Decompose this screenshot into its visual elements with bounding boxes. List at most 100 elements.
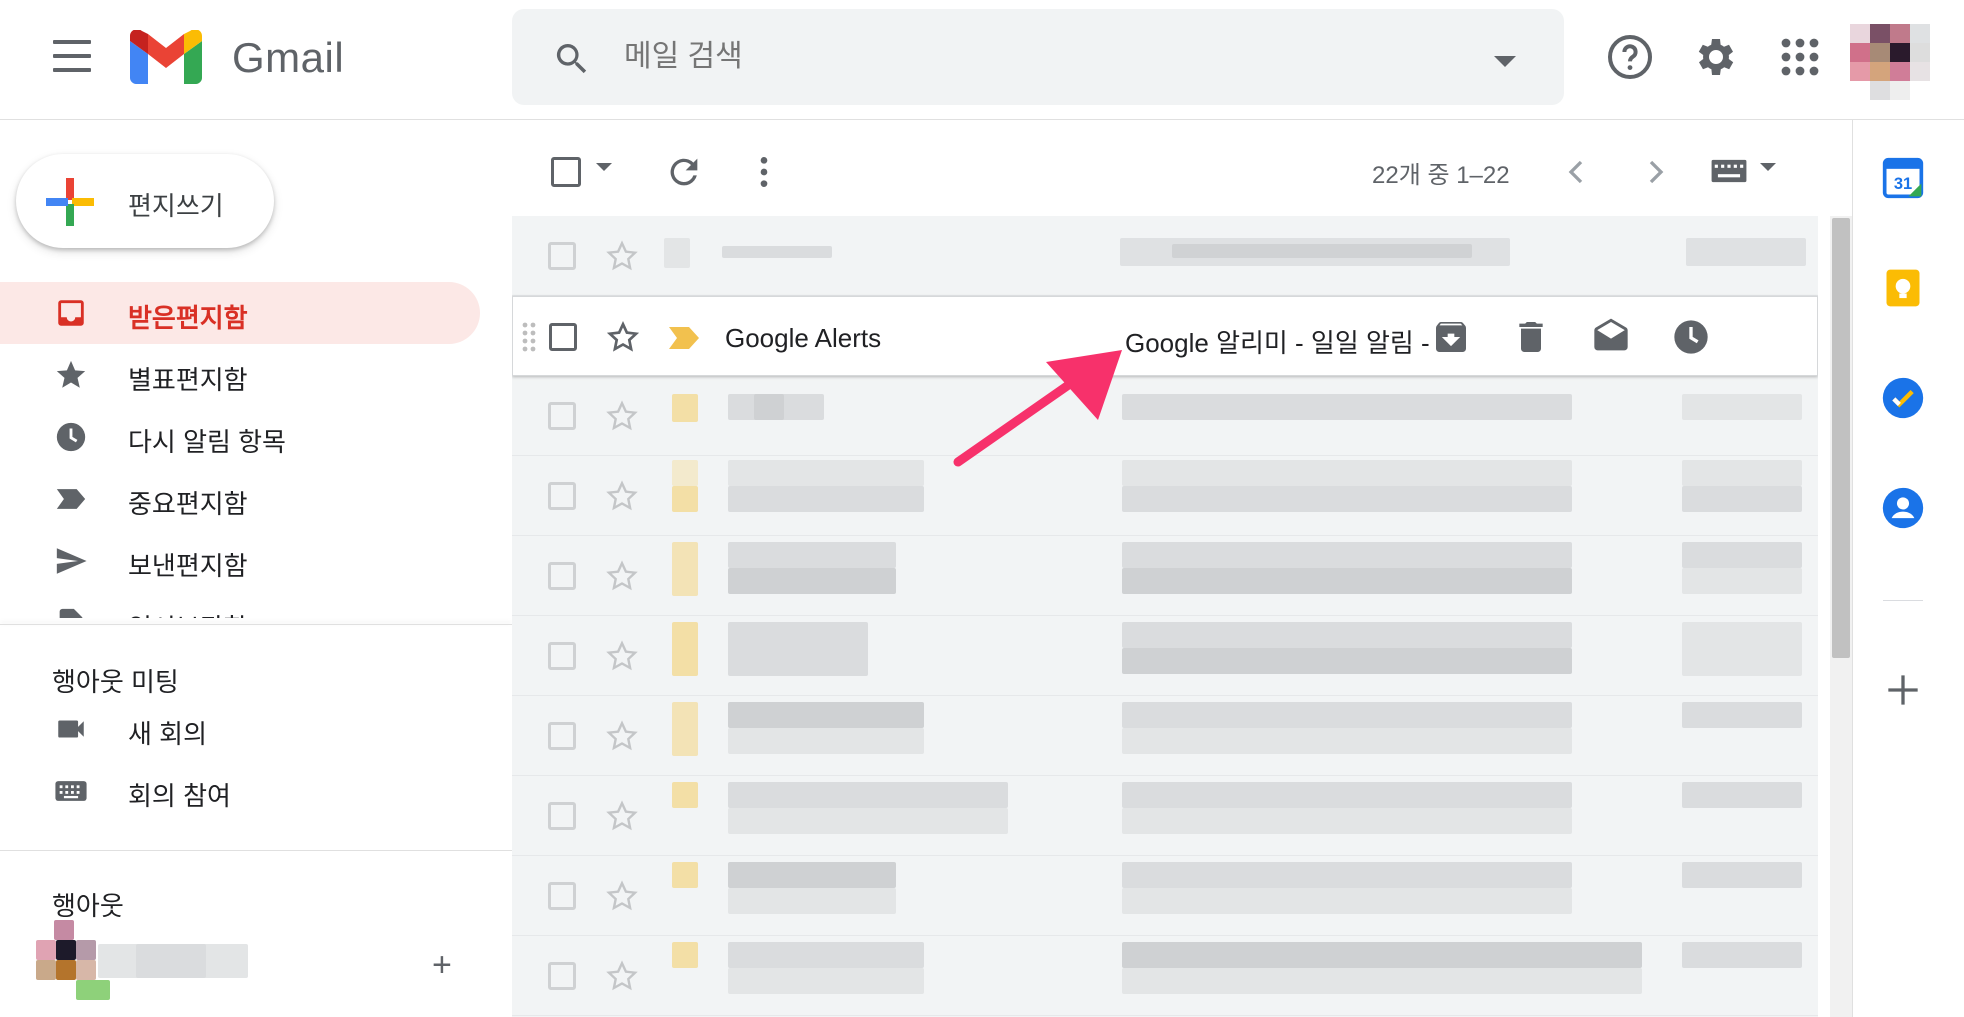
email-row[interactable] [512,456,1818,536]
meet-item-label: 새 회의 [128,719,207,749]
row-checkbox[interactable] [548,482,576,510]
contacts-icon[interactable] [1881,486,1925,530]
row-checkbox[interactable] [548,642,576,670]
input-tools-dropdown-icon[interactable] [1760,163,1776,171]
star-outline-icon[interactable] [604,718,640,754]
search-icon[interactable] [552,39,592,79]
star-outline-icon[interactable] [604,798,640,834]
tasks-icon[interactable] [1881,376,1925,420]
email-row[interactable] [512,376,1818,456]
inbox-icon [58,300,84,326]
select-all-checkbox[interactable] [546,152,586,192]
settings-gear-icon[interactable] [1692,33,1740,81]
divider [0,850,512,851]
email-subject: Google 알리미 - 일일 알림 - ... [1125,328,1459,358]
nav-item-label: 보낸편지함 [128,551,248,581]
older-chevron-right-icon[interactable] [1636,152,1676,192]
gmail-logo-icon[interactable] [130,30,202,84]
get-addons-plus-icon[interactable] [1881,668,1925,712]
row-checkbox[interactable] [548,962,576,990]
nav-item-important[interactable]: 중요편지함 [0,468,480,530]
nav-item-label: 임시보관함 [128,608,248,618]
nav-item-inbox[interactable]: 받은편지함 [0,282,480,344]
email-row[interactable] [512,856,1818,936]
hangouts-section-title: 행아웃 [52,891,124,921]
select-dropdown-icon[interactable] [596,163,612,171]
mark-as-read-icon[interactable] [1591,317,1631,357]
row-checkbox[interactable] [548,562,576,590]
email-row[interactable] [512,936,1818,1016]
left-navigation: 편지쓰기 받은편지함 별표편지함 다시 알림 항목 중요편지함 보낸편지함 임시… [0,120,512,1017]
keep-notes-icon[interactable] [1881,266,1925,310]
email-row[interactable] [512,696,1818,776]
drag-handle-icon[interactable] [521,321,537,353]
row-checkbox[interactable] [548,802,576,830]
google-apps-grid-icon[interactable] [1776,33,1824,81]
top-bar: Gmail [0,0,1964,120]
nav-item-sent[interactable]: 보낸편지함 [0,530,480,592]
email-row[interactable] [512,216,1818,296]
nav-item-label: 별표편지함 [128,365,248,395]
meet-section-title: 행아웃 미팅 [52,667,179,697]
email-row[interactable] [512,616,1818,696]
row-checkbox[interactable] [548,242,576,270]
pagination-count: 22개 중 1–22 [1372,162,1510,189]
meet-item-label: 회의 참여 [128,781,231,811]
email-row[interactable] [512,776,1818,856]
account-avatar[interactable] [1850,24,1930,100]
row-checkbox[interactable] [548,722,576,750]
refresh-icon[interactable] [664,152,704,192]
nav-overflow-clip: 임시보관함 [0,590,512,618]
nav-item-snoozed[interactable]: 다시 알림 항목 [0,406,480,468]
compose-label: 편지쓰기 [128,191,224,221]
clock-icon [56,422,86,452]
draft-icon [59,608,83,618]
star-outline-icon[interactable] [604,638,640,674]
search-input[interactable] [624,33,1384,81]
star-outline-icon[interactable] [604,238,640,274]
nav-item-label: 다시 알림 항목 [128,427,286,457]
archive-icon[interactable] [1431,317,1471,357]
compose-plus-icon [46,178,94,226]
star-outline-icon[interactable] [604,478,640,514]
snooze-clock-icon[interactable] [1671,317,1711,357]
row-checkbox[interactable] [548,882,576,910]
more-options-icon[interactable] [744,152,784,192]
newer-chevron-left-icon[interactable] [1556,152,1596,192]
input-tools-keyboard-icon[interactable] [1710,156,1748,186]
nav-item-starred[interactable]: 별표편지함 [0,344,480,406]
star-icon [56,360,86,388]
search-options-dropdown-icon[interactable] [1494,56,1516,67]
nav-item-drafts[interactable]: 임시보관함 [0,592,480,618]
main-menu-icon[interactable] [48,40,96,76]
search-bar [512,9,1564,105]
hangouts-user[interactable] [36,920,248,1000]
list-scrollbar-thumb[interactable] [1832,218,1850,658]
side-panel: 31 [1852,120,1964,1017]
star-outline-icon[interactable] [604,558,640,594]
meet-join-meeting[interactable]: 회의 참여 [0,760,480,822]
email-row-google-alerts[interactable]: Google Alerts Google 알리미 - 일일 알림 - ... [512,296,1818,376]
calendar-icon[interactable]: 31 [1881,156,1925,200]
email-row[interactable] [512,536,1818,616]
star-outline-icon[interactable] [604,958,640,994]
help-icon[interactable] [1606,33,1654,81]
keyboard-icon [55,781,87,801]
delete-trash-icon[interactable] [1511,317,1551,357]
nav-item-label: 중요편지함 [128,489,248,519]
email-sender: Google Alerts [725,323,882,353]
star-outline-icon[interactable] [604,878,640,914]
meet-new-meeting[interactable]: 새 회의 [0,698,480,760]
row-checkbox[interactable] [549,323,577,351]
star-outline-icon[interactable] [605,319,641,355]
send-icon [56,548,87,574]
svg-text:31: 31 [1894,175,1912,193]
hangouts-add-button[interactable]: + [432,946,452,985]
star-outline-icon[interactable] [604,398,640,434]
label-important-icon [56,489,86,509]
important-marker-icon[interactable] [669,327,699,349]
rail-divider [1883,600,1923,601]
compose-button[interactable]: 편지쓰기 [16,154,274,248]
row-checkbox[interactable] [548,402,576,430]
nav-item-label: 받은편지함 [128,303,248,333]
